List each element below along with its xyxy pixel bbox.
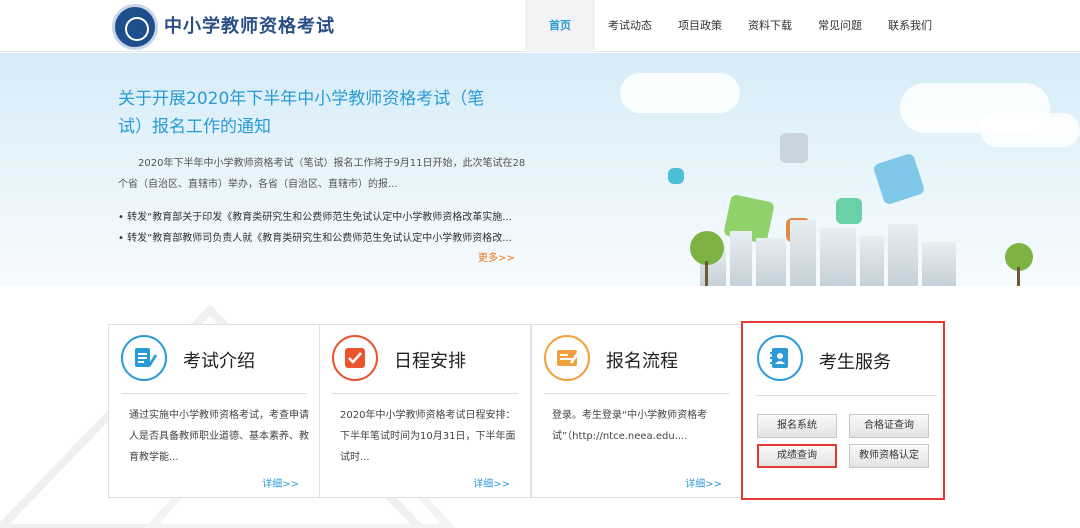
card-summary: 通过实施中小学教师资格考试，考查申请人是否具备教师职业道德、基本素养、教育教学能… xyxy=(129,410,309,463)
nav-item-faq[interactable]: 常见问题 xyxy=(805,0,875,52)
banner-headline[interactable]: 关于开展2020年下半年中小学教师资格考试（笔试）报名工作的通知 xyxy=(118,85,508,141)
registration-system-button[interactable]: 报名系统 xyxy=(757,414,837,438)
card-details-link[interactable]: 详细>> xyxy=(685,475,722,490)
card-divider xyxy=(544,393,730,394)
card-title: 考试介绍 xyxy=(183,351,255,372)
contact-book-icon xyxy=(757,335,803,381)
certificate-query-button[interactable]: 合格证查询 xyxy=(849,414,929,438)
hero-banner: 关于开展2020年下半年中小学教师资格考试（笔试）报名工作的通知 2020年下半… xyxy=(0,53,1080,286)
card-title: 日程安排 xyxy=(394,351,466,372)
card-divider xyxy=(332,393,518,394)
banner-news-link[interactable]: • 转发“教育部教师司负责人就《教育类研究生和公费师范生免试认定中小学教师资格改… xyxy=(118,229,528,244)
nav-item-policy[interactable]: 项目政策 xyxy=(665,0,735,52)
nav-item-downloads[interactable]: 资料下载 xyxy=(735,0,805,52)
schedule-card[interactable]: 日程安排 2020年中小学教师资格考试日程安排：下半年笔试时间为10月31日，下… xyxy=(319,324,531,498)
card-title: 报名流程 xyxy=(606,351,678,372)
tree-trunk xyxy=(1017,267,1020,286)
cube-decoration xyxy=(668,168,684,184)
candidate-services-panel: 考生服务 报名系统 合格证查询 成绩查询 教师资格认定 xyxy=(741,321,945,500)
score-query-button[interactable]: 成绩查询 xyxy=(757,444,837,468)
registration-process-card[interactable]: 报名流程 登录。考生登录“中小学教师资格考试”（http://ntce.neea… xyxy=(531,324,743,498)
cube-decoration xyxy=(872,152,926,206)
card-details-link[interactable]: 详细>> xyxy=(473,475,510,490)
cloud-decoration xyxy=(980,113,1080,147)
header: 中小学教师资格考试 首页 考试动态 项目政策 资料下载 常见问题 联系我们 xyxy=(0,0,1080,52)
site-title[interactable]: 中小学教师资格考试 xyxy=(164,12,335,38)
form-icon xyxy=(544,335,590,381)
document-edit-icon xyxy=(121,335,167,381)
tree-trunk xyxy=(705,261,708,286)
city-skyline xyxy=(700,213,960,286)
banner-description: 2020年下半年中小学教师资格考试（笔试）报名工作将于9月11日开始，此次笔试在… xyxy=(118,158,526,190)
service-divider xyxy=(755,395,937,396)
nav-item-contact[interactable]: 联系我们 xyxy=(875,0,945,52)
tree-decoration xyxy=(690,231,724,265)
banner-news-link[interactable]: • 转发“教育部关于印发《教育类研究生和公费师范生免试认定中小学教师资格改革实施… xyxy=(118,208,528,223)
card-summary: 登录。考生登录“中小学教师资格考试”（http://ntce.neea.edu.… xyxy=(552,410,708,442)
service-title: 考生服务 xyxy=(819,352,891,373)
cloud-decoration xyxy=(620,73,740,113)
exam-intro-card[interactable]: 考试介绍 通过实施中小学教师资格考试，考查申请人是否具备教师职业道德、基本素养、… xyxy=(108,324,320,498)
nav-item-exam-news[interactable]: 考试动态 xyxy=(595,0,665,52)
teacher-qualification-button[interactable]: 教师资格认定 xyxy=(849,444,929,468)
card-summary: 2020年中小学教师资格考试日程安排：下半年笔试时间为10月31日，下半年面试时… xyxy=(340,410,516,463)
nav-item-home[interactable]: 首页 xyxy=(525,0,595,52)
card-details-link[interactable]: 详细>> xyxy=(262,475,299,490)
main-nav: 首页 考试动态 项目政策 资料下载 常见问题 联系我们 xyxy=(525,0,945,52)
site-logo-icon[interactable] xyxy=(112,4,158,50)
card-divider xyxy=(121,393,307,394)
banner-more-link[interactable]: 更多>> xyxy=(478,249,515,264)
checkmark-icon xyxy=(332,335,378,381)
cube-decoration xyxy=(780,133,808,163)
